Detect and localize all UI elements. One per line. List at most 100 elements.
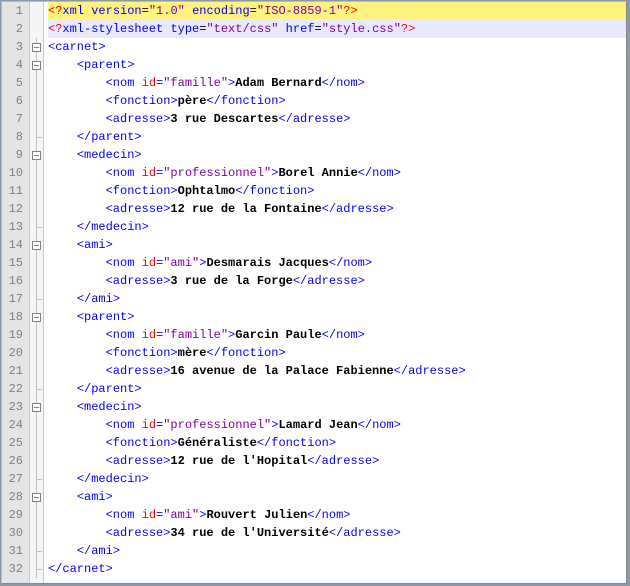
line-number: 19 — [6, 326, 23, 344]
line-number: 9 — [6, 146, 23, 164]
fold-cell[interactable] — [30, 398, 43, 416]
code-area: 1234567891011121314151617181920212223242… — [2, 2, 626, 583]
code-line[interactable]: </carnet> — [48, 560, 626, 578]
code-line[interactable]: <parent> — [48, 308, 626, 326]
fold-cell[interactable] — [30, 146, 43, 164]
code-line[interactable]: <?xml-stylesheet type="text/css" href="s… — [48, 20, 626, 38]
code-line[interactable]: </medecin> — [48, 470, 626, 488]
line-number: 22 — [6, 380, 23, 398]
code-line[interactable]: <adresse>12 rue de la Fontaine</adresse> — [48, 200, 626, 218]
fold-cell[interactable] — [30, 542, 43, 560]
fold-cell[interactable] — [30, 308, 43, 326]
line-number: 2 — [6, 20, 23, 38]
line-number: 7 — [6, 110, 23, 128]
line-number: 20 — [6, 344, 23, 362]
code-line[interactable]: </parent> — [48, 380, 626, 398]
fold-cell[interactable] — [30, 128, 43, 146]
code-line[interactable]: <medecin> — [48, 398, 626, 416]
fold-toggle-icon[interactable] — [32, 43, 41, 52]
line-number: 17 — [6, 290, 23, 308]
fold-cell[interactable] — [30, 560, 43, 578]
code-line[interactable]: <nom id="professionnel">Lamard Jean</nom… — [48, 416, 626, 434]
fold-toggle-icon[interactable] — [32, 61, 41, 70]
fold-cell[interactable] — [30, 254, 43, 272]
line-number: 23 — [6, 398, 23, 416]
fold-cell[interactable] — [30, 524, 43, 542]
fold-toggle-icon[interactable] — [32, 151, 41, 160]
code-content[interactable]: <?xml version="1.0" encoding="ISO-8859-1… — [44, 2, 626, 583]
code-line[interactable]: <nom id="professionnel">Borel Annie</nom… — [48, 164, 626, 182]
fold-cell[interactable] — [30, 290, 43, 308]
fold-toggle-icon[interactable] — [32, 493, 41, 502]
line-number: 30 — [6, 524, 23, 542]
fold-cell[interactable] — [30, 2, 43, 20]
code-line[interactable]: <adresse>3 rue Descartes</adresse> — [48, 110, 626, 128]
code-line[interactable]: <nom id="famille">Adam Bernard</nom> — [48, 74, 626, 92]
fold-toggle-icon[interactable] — [32, 403, 41, 412]
line-number: 25 — [6, 434, 23, 452]
code-line[interactable]: </parent> — [48, 128, 626, 146]
fold-gutter[interactable] — [30, 2, 44, 583]
code-line[interactable]: <ami> — [48, 236, 626, 254]
fold-cell[interactable] — [30, 182, 43, 200]
code-line[interactable]: </ami> — [48, 290, 626, 308]
fold-cell[interactable] — [30, 506, 43, 524]
line-number-gutter[interactable]: 1234567891011121314151617181920212223242… — [2, 2, 30, 583]
line-number: 15 — [6, 254, 23, 272]
code-line[interactable]: </ami> — [48, 542, 626, 560]
fold-cell[interactable] — [30, 200, 43, 218]
code-editor: 1234567891011121314151617181920212223242… — [1, 1, 627, 584]
code-line[interactable]: <adresse>34 rue de l'Université</adresse… — [48, 524, 626, 542]
line-number: 1 — [6, 2, 23, 20]
fold-cell[interactable] — [30, 416, 43, 434]
fold-cell[interactable] — [30, 380, 43, 398]
fold-cell[interactable] — [30, 38, 43, 56]
fold-cell[interactable] — [30, 326, 43, 344]
fold-toggle-icon[interactable] — [32, 313, 41, 322]
code-line[interactable]: </medecin> — [48, 218, 626, 236]
fold-cell[interactable] — [30, 56, 43, 74]
fold-cell[interactable] — [30, 488, 43, 506]
fold-cell[interactable] — [30, 434, 43, 452]
fold-cell[interactable] — [30, 164, 43, 182]
line-number: 28 — [6, 488, 23, 506]
line-number: 13 — [6, 218, 23, 236]
code-line[interactable]: <adresse>16 avenue de la Palace Fabienne… — [48, 362, 626, 380]
code-line[interactable]: <fonction>mère</fonction> — [48, 344, 626, 362]
code-line[interactable]: <parent> — [48, 56, 626, 74]
fold-cell[interactable] — [30, 470, 43, 488]
line-number: 21 — [6, 362, 23, 380]
line-number: 11 — [6, 182, 23, 200]
code-line[interactable]: <medecin> — [48, 146, 626, 164]
line-number: 29 — [6, 506, 23, 524]
code-line[interactable]: <fonction>Ophtalmo</fonction> — [48, 182, 626, 200]
line-number: 4 — [6, 56, 23, 74]
fold-cell[interactable] — [30, 236, 43, 254]
code-line[interactable]: <adresse>12 rue de l'Hopital</adresse> — [48, 452, 626, 470]
line-number: 12 — [6, 200, 23, 218]
code-line[interactable]: <ami> — [48, 488, 626, 506]
fold-cell[interactable] — [30, 344, 43, 362]
line-number: 31 — [6, 542, 23, 560]
fold-cell[interactable] — [30, 110, 43, 128]
line-number: 32 — [6, 560, 23, 578]
fold-cell[interactable] — [30, 362, 43, 380]
fold-cell[interactable] — [30, 92, 43, 110]
line-number: 18 — [6, 308, 23, 326]
fold-cell[interactable] — [30, 452, 43, 470]
fold-toggle-icon[interactable] — [32, 241, 41, 250]
fold-cell[interactable] — [30, 218, 43, 236]
fold-cell[interactable] — [30, 74, 43, 92]
line-number: 8 — [6, 128, 23, 146]
code-line[interactable]: <?xml version="1.0" encoding="ISO-8859-1… — [48, 2, 626, 20]
code-line[interactable]: <nom id="ami">Desmarais Jacques</nom> — [48, 254, 626, 272]
fold-cell[interactable] — [30, 20, 43, 38]
fold-cell[interactable] — [30, 272, 43, 290]
code-line[interactable]: <nom id="ami">Rouvert Julien</nom> — [48, 506, 626, 524]
code-line[interactable]: <carnet> — [48, 38, 626, 56]
code-line[interactable]: <nom id="famille">Garcin Paule</nom> — [48, 326, 626, 344]
code-line[interactable]: <fonction>père</fonction> — [48, 92, 626, 110]
line-number: 6 — [6, 92, 23, 110]
code-line[interactable]: <adresse>3 rue de la Forge</adresse> — [48, 272, 626, 290]
code-line[interactable]: <fonction>Généraliste</fonction> — [48, 434, 626, 452]
